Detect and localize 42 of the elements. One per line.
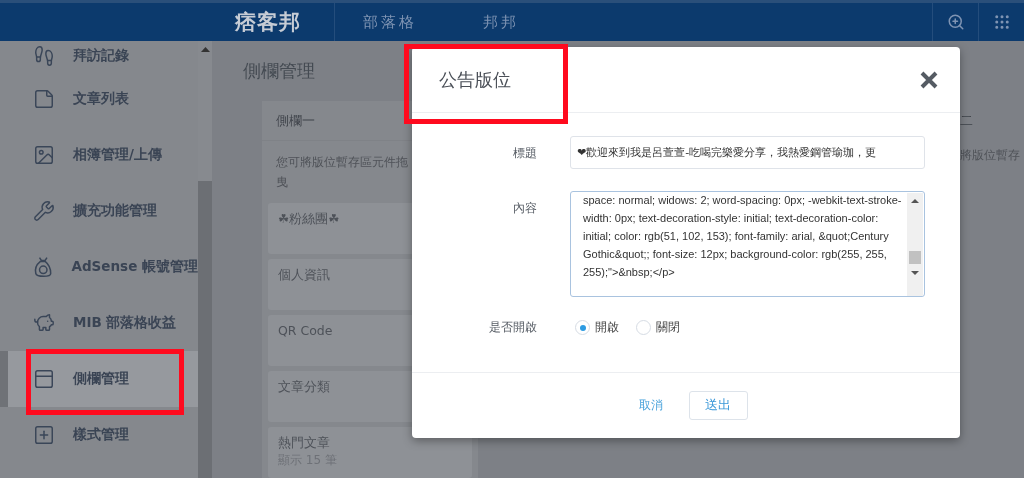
page-title: 側欄管理 xyxy=(243,59,315,83)
close-button[interactable] xyxy=(920,70,938,89)
cancel-button[interactable]: 取消 xyxy=(632,391,669,420)
widget-name: ☘粉絲團☘ xyxy=(278,211,340,228)
money-bag-icon xyxy=(33,255,54,279)
widget-name: QR Code xyxy=(278,323,333,338)
radio-option[interactable]: 開啟 xyxy=(575,319,619,336)
widget-name: 熱門文章 xyxy=(278,435,331,452)
nav-link[interactable]: 部落格 xyxy=(363,12,417,32)
zoom-in-icon[interactable] xyxy=(946,13,965,31)
sidebar-item[interactable]: 側欄管理 xyxy=(0,351,198,407)
document-icon xyxy=(33,88,55,110)
radio-option[interactable]: 關閉 xyxy=(636,319,680,336)
widget-name: 文章分類 xyxy=(278,379,330,396)
sidebar-item[interactable]: MIB 部落格收益 xyxy=(0,295,198,351)
sidebar-item[interactable]: 拜訪記錄 xyxy=(0,41,198,71)
scrollbar-thumb[interactable] xyxy=(198,181,212,478)
sidebar-item[interactable]: 樣式管理 xyxy=(0,407,198,463)
wrench-icon xyxy=(33,200,55,222)
scroll-up-icon[interactable] xyxy=(200,47,210,52)
dialog-title: 公告版位 xyxy=(439,67,511,92)
layout-icon xyxy=(33,368,55,390)
grid-menu-icon[interactable] xyxy=(992,13,1011,31)
scrollbar[interactable] xyxy=(907,193,923,296)
sidebar-item[interactable]: 擴充功能管理 xyxy=(0,183,198,239)
add-square-icon xyxy=(33,424,55,446)
field-label: 內容 xyxy=(512,200,537,217)
column-title: 二 xyxy=(960,112,974,130)
sidebar-item[interactable]: 相簿管理/上傳 xyxy=(0,127,198,183)
field-label: 是否開啟 xyxy=(488,319,537,336)
content-field[interactable]: space: normal; widows: 2; word-spacing: 0px; -webkit-text-stroke-width: 0px; text-decoration-style: initial; text-decoration-color: initial; color: rgb(51, 102, 153); font-family: arial, &quot;Century Gothic&quot;; font-size: 12px; background-color: rgb(255, 255, 255);">&nbsp;</p> xyxy=(570,191,925,297)
sidebar-item[interactable]: AdSense 帳號管理 xyxy=(0,239,198,295)
nav-link[interactable]: 邦邦 xyxy=(483,12,519,32)
field-label: 標題 xyxy=(512,145,537,162)
sidebar-item[interactable]: 文章列表 xyxy=(0,71,198,127)
logo[interactable]: 痞客邦 xyxy=(235,3,335,41)
submit-button[interactable]: 送出 xyxy=(688,391,748,420)
image-icon xyxy=(33,144,55,166)
footprint-icon xyxy=(33,45,55,67)
widget-name: 個人資訊 xyxy=(278,267,330,284)
title-field[interactable]: ❤歡迎來到我是呂萱萱-吃喝完樂愛分享，我熱愛鋼管瑜珈，更 xyxy=(570,136,925,169)
piggy-bank-icon xyxy=(33,312,55,334)
